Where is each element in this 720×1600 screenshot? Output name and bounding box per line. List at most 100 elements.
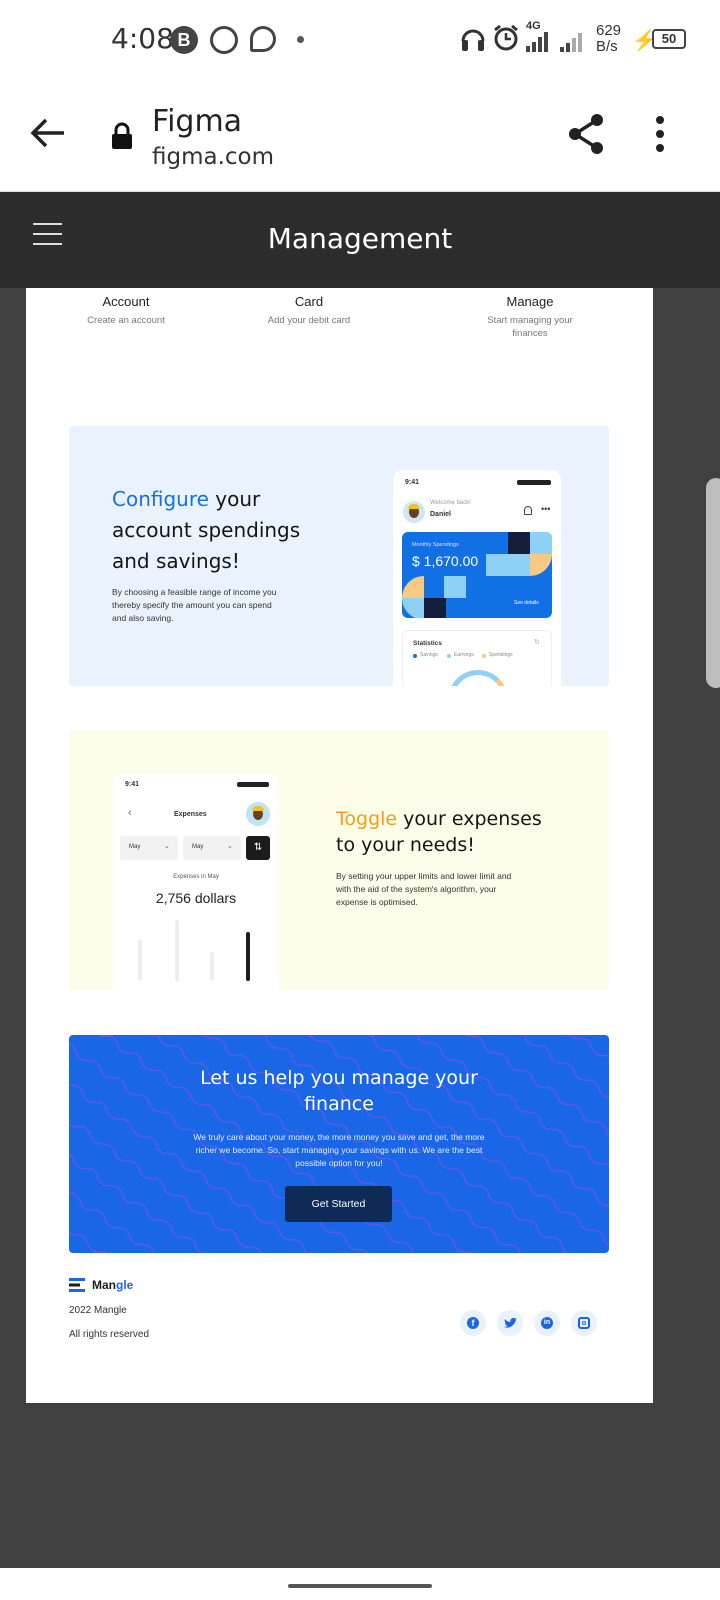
pattern-quarter-peach-1 — [530, 554, 552, 576]
linkedin-icon[interactable]: in — [534, 1310, 560, 1336]
brand-part2: gle — [116, 1278, 134, 1292]
phone-more-icon: ••• — [541, 504, 551, 514]
signal-icon-1 — [526, 32, 548, 52]
toggle-highlight: Toggle — [336, 808, 398, 830]
user-avatar — [403, 501, 425, 523]
user-name: Daniel — [430, 511, 452, 518]
get-started-button[interactable]: Get Started — [285, 1186, 392, 1222]
expense-bar — [138, 939, 142, 981]
month-select-to: May ⌄ — [183, 836, 241, 860]
cta-title-line1: Let us help you manage your — [200, 1067, 478, 1089]
configure-heading-line2: account spendings — [112, 518, 301, 542]
share-icon[interactable] — [567, 113, 605, 155]
configure-body-line3: and also saving. — [112, 613, 174, 623]
headset-icon — [461, 29, 485, 51]
expenses-amount: 2,756 dollars — [155, 890, 237, 906]
pattern-quarter-light-5 — [402, 598, 424, 618]
step-card-subtitle: Add your debit card — [267, 315, 351, 326]
network-speed-value: 629 — [596, 22, 622, 39]
toggle-body-line1: By setting your upper limits and lower l… — [336, 871, 512, 881]
welcome-text: Welcome back! — [430, 500, 471, 506]
chevron-down-icon: ⌄ — [227, 843, 233, 850]
copyright: 2022 Mangle — [69, 1305, 127, 1316]
bell-icon — [524, 506, 532, 515]
site-url[interactable]: figma.com — [152, 144, 274, 170]
phone-time: 9:41 — [405, 479, 420, 486]
whatsapp-icon — [210, 26, 238, 54]
frame-title: Management — [267, 222, 453, 255]
configure-section: Configure your account spendings and sav… — [69, 426, 609, 686]
get-started-label: Get Started — [311, 1198, 366, 1210]
toggle-section: 9:41 ‹ Expenses May ⌄ May ⌄ ⇅ Expenses i… — [69, 730, 609, 990]
twitter-icon[interactable] — [497, 1310, 523, 1336]
b-notification-icon: B — [170, 26, 198, 54]
lock-icon[interactable] — [111, 122, 133, 150]
configure-body: By choosing a feasible range of income y… — [112, 586, 312, 625]
phone-time: 9:41 — [125, 781, 140, 788]
brand-name: Mangle — [92, 1278, 133, 1292]
step-account-subtitle: Create an account — [87, 315, 165, 326]
expense-bar — [210, 952, 214, 981]
signal-icon-2 — [560, 33, 582, 52]
step-manage-title: Manage — [506, 294, 554, 309]
cta-body-line3: possible option for you! — [295, 1158, 383, 1168]
figma-header: Management — [0, 192, 720, 288]
toggle-heading-rest: your expenses — [397, 808, 542, 830]
configure-heading-line3: and savings! — [112, 549, 240, 573]
expenses-back-icon: ‹ — [128, 807, 132, 819]
step-manage-subtitle-line2: finances — [512, 328, 548, 339]
step-card-title: Card — [294, 294, 324, 309]
expenses-caption: Expenses in May — [173, 874, 219, 880]
legend-earnings: Earnings — [454, 652, 474, 658]
spending-card: Monthly Spendings $ 1,670.00 See details — [402, 532, 552, 618]
pattern-block-light-4 — [444, 576, 466, 598]
status-bar: 4:08 B 4G 629 B/s ⚡ 50 — [0, 0, 720, 80]
toggle-heading: Toggle your expenses to your needs! — [336, 806, 542, 858]
network-speed-unit: B/s — [596, 38, 618, 55]
canvas-scrollbar[interactable] — [706, 478, 720, 688]
rights-reserved: All rights reserved — [69, 1329, 150, 1340]
expense-bar — [175, 920, 179, 981]
pattern-block-navy-1 — [508, 532, 530, 554]
pattern-quarter-peach-2 — [402, 576, 424, 598]
statistics-title: Statistics — [413, 640, 442, 647]
instagram-icon[interactable] — [571, 1310, 597, 1336]
configure-highlight: Configure — [112, 487, 209, 511]
facebook-icon[interactable]: f — [460, 1310, 486, 1336]
toggle-body-line3: expense is optimised. — [336, 897, 418, 907]
step-manage-subtitle-line1: Start managing your — [487, 315, 573, 326]
brand-part1: Man — [92, 1278, 116, 1292]
legend-savings-dot — [413, 654, 417, 658]
cta-section: Let us help you manage your finance We t… — [69, 1035, 609, 1253]
legend-earnings-dot — [447, 654, 451, 658]
legend-savings: Savings — [420, 652, 438, 658]
app-notification-icon — [250, 26, 276, 52]
design-frame[interactable]: Account Create an account Card Add your … — [26, 288, 653, 1403]
toggle-body-line2: with the aid of the system's algorithm, … — [336, 884, 497, 894]
month-select-from: May ⌄ — [120, 836, 178, 860]
refresh-icon: ↻ — [534, 639, 540, 646]
legend-spendings: Spendings — [489, 652, 513, 658]
toggle-heading-line2: to your needs! — [336, 834, 475, 856]
chevron-down-icon: ⌄ — [164, 843, 170, 850]
back-arrow-icon[interactable] — [30, 117, 66, 149]
month-select-from-value: May — [129, 844, 141, 850]
expenses-title: Expenses — [174, 811, 207, 818]
expense-bar-active — [246, 932, 250, 981]
battery-level: 50 — [661, 31, 677, 46]
alarm-icon — [494, 24, 518, 51]
statistics-donut — [448, 670, 508, 686]
more-notifications-dot — [297, 36, 304, 43]
step-account-title: Account — [102, 294, 150, 309]
pattern-block-light-2 — [486, 554, 508, 576]
battery-icon: 50 — [652, 29, 686, 49]
network-type: 4G — [526, 20, 541, 32]
figma-canvas[interactable]: Account Create an account Card Add your … — [0, 288, 720, 1568]
overflow-menu-icon[interactable] — [654, 116, 666, 152]
home-gesture-handle[interactable] — [288, 1584, 432, 1588]
month-select-to-value: May — [192, 844, 204, 850]
toggle-body: By setting your upper limits and lower l… — [336, 870, 566, 909]
browser-toolbar: Figma figma.com — [0, 80, 720, 192]
pattern-block-light-1 — [530, 532, 552, 554]
legend-spendings-dot — [482, 654, 486, 658]
